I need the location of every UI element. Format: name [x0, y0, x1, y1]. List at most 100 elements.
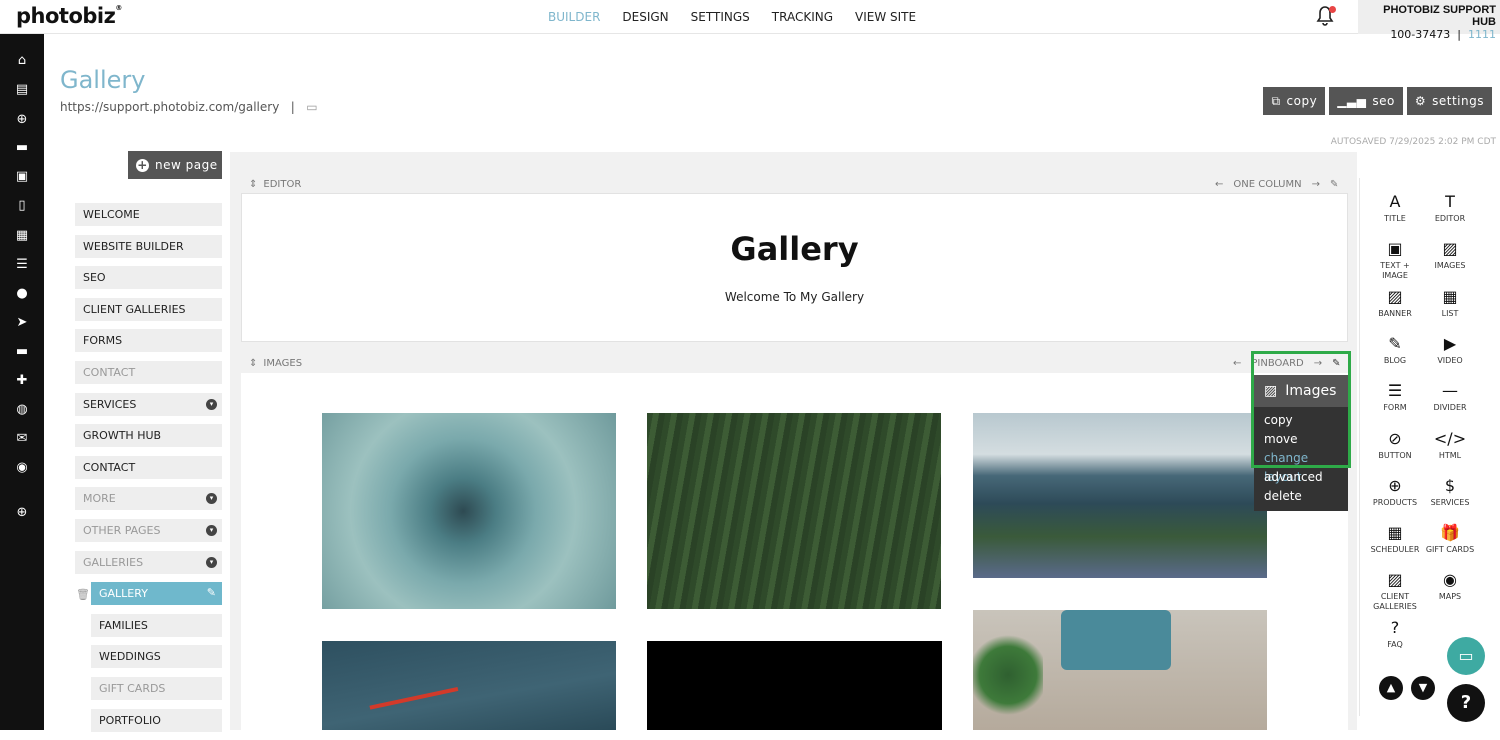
- gallery-image-succulent[interactable]: [322, 413, 616, 609]
- widget-button[interactable]: ⊘ BUTTON: [1368, 429, 1422, 461]
- globe-icon[interactable]: ◍: [14, 403, 30, 417]
- page-item[interactable]: GROWTH HUB: [75, 424, 222, 448]
- contacts-icon[interactable]: ●: [14, 287, 30, 301]
- menu-advanced[interactable]: advanced: [1254, 468, 1348, 487]
- nav-builder[interactable]: BUILDER: [548, 10, 600, 24]
- page-item[interactable]: OTHER PAGES ▾: [75, 518, 222, 542]
- page-item[interactable]: CONTACT: [75, 455, 222, 479]
- widget-services[interactable]: $ SERVICES: [1423, 476, 1477, 508]
- gallery-icon[interactable]: ▣: [14, 170, 30, 184]
- nav-design[interactable]: DESIGN: [622, 10, 668, 24]
- chevron-down-icon[interactable]: ▾: [206, 524, 217, 536]
- photobiz-logo[interactable]: photobiz®: [16, 4, 122, 28]
- widget-list[interactable]: ▦ LIST: [1423, 287, 1477, 319]
- gallery-image-coast[interactable]: [973, 413, 1267, 578]
- page-item[interactable]: FORMS: [75, 329, 222, 353]
- widget-form[interactable]: ☰ FORM: [1368, 381, 1422, 413]
- widget-blog[interactable]: ✎ BLOG: [1368, 334, 1422, 366]
- widget-editor[interactable]: T EDITOR: [1423, 192, 1477, 224]
- page-item[interactable]: CLIENT GALLERIES: [75, 297, 222, 321]
- mail-icon[interactable]: ✉: [14, 432, 30, 446]
- page-item[interactable]: MORE ▾: [75, 487, 222, 511]
- widget-maps[interactable]: ◉ MAPS: [1423, 570, 1477, 602]
- copy-button[interactable]: ⧉ copy: [1263, 87, 1326, 115]
- scroll-down-icon[interactable]: ▼: [1411, 676, 1435, 700]
- new-page-button[interactable]: + new page: [128, 151, 222, 179]
- chevron-down-icon[interactable]: ▾: [206, 493, 217, 505]
- widget-title[interactable]: A TITLE: [1368, 192, 1422, 224]
- page-item-label: PORTFOLIO: [99, 713, 161, 727]
- widget-label: VIDEO: [1437, 355, 1463, 365]
- widget-banner[interactable]: ▨ BANNER: [1368, 287, 1422, 319]
- images-section-label[interactable]: ⇕ IMAGES: [249, 358, 302, 369]
- trash-icon[interactable]: 🗑: [76, 588, 90, 601]
- widget-images[interactable]: ▨ IMAGES: [1423, 239, 1477, 271]
- seo-button[interactable]: ▁▃▅ seo: [1329, 87, 1403, 115]
- widget-scheduler[interactable]: ▦ SCHEDULER: [1368, 523, 1422, 555]
- settings-button[interactable]: ⚙ settings: [1406, 87, 1492, 115]
- page-item[interactable]: PORTFOLIO: [91, 708, 222, 732]
- chevron-down-icon[interactable]: ▾: [206, 398, 217, 410]
- cart-icon[interactable]: ⊕: [14, 113, 30, 127]
- gallery-image-forest[interactable]: [647, 413, 941, 609]
- send-icon[interactable]: ➤: [14, 316, 30, 330]
- page-item-label: GROWTH HUB: [83, 429, 162, 443]
- account-panel[interactable]: PHOTOBIZ SUPPORT HUB 100-37473 | 1111: [1358, 0, 1500, 41]
- gallery-image-dark[interactable]: [647, 641, 942, 730]
- page-item[interactable]: WELCOME: [75, 203, 222, 226]
- widget-faq[interactable]: ? FAQ: [1368, 618, 1422, 650]
- folder-icon[interactable]: ▬: [14, 345, 30, 359]
- page-item[interactable]: FAMILIES: [91, 613, 222, 637]
- page-item[interactable]: WEBSITE BUILDER: [75, 234, 222, 258]
- calendar-icon[interactable]: ▦: [14, 229, 30, 243]
- layout-next-icon[interactable]: →: [1312, 179, 1320, 190]
- nav-view-site[interactable]: VIEW SITE: [855, 10, 916, 24]
- page-item[interactable]: CONTACT: [75, 360, 222, 384]
- widget-products[interactable]: ⊕ PRODUCTS: [1368, 476, 1422, 508]
- layout-prev-icon[interactable]: ←: [1215, 179, 1223, 190]
- edit-section-icon[interactable]: ✎: [1330, 179, 1338, 190]
- page-url-text[interactable]: https://support.photobiz.com/gallery: [60, 100, 279, 114]
- page-item[interactable]: WEDDINGS: [91, 645, 222, 669]
- document-icon[interactable]: ▯: [14, 199, 30, 213]
- scroll-up-icon[interactable]: ▲: [1379, 676, 1403, 700]
- signal-icon: ▁▃▅: [1337, 94, 1367, 108]
- nav-tracking[interactable]: TRACKING: [772, 10, 833, 24]
- widget-divider[interactable]: — DIVIDER: [1423, 381, 1477, 413]
- images-label: IMAGES: [263, 358, 303, 369]
- widget-video[interactable]: ▶ VIDEO: [1423, 334, 1477, 366]
- widget-html[interactable]: </> HTML: [1423, 429, 1477, 461]
- page-item[interactable]: SERVICES ▾: [75, 392, 222, 416]
- drag-handle-icon[interactable]: ⇕: [249, 358, 257, 369]
- drag-handle-icon[interactable]: ⇕: [249, 179, 257, 190]
- page-item[interactable]: GIFT CARDS: [91, 676, 222, 700]
- widget-client-galleries[interactable]: ▨ CLIENT GALLERIES: [1368, 570, 1422, 612]
- editor-section[interactable]: Gallery Welcome To My Gallery: [241, 193, 1348, 342]
- list-icon[interactable]: ☰: [14, 258, 30, 272]
- widget-icon: 🎁: [1440, 523, 1460, 543]
- page-item[interactable]: GALLERIES ▾: [75, 550, 222, 574]
- user-icon[interactable]: ◉: [14, 461, 30, 475]
- page-item[interactable]: SEO: [75, 266, 222, 290]
- puzzle-icon[interactable]: ✚: [14, 374, 30, 388]
- home-icon[interactable]: ⌂: [14, 54, 30, 68]
- page-item[interactable]: GALLERY ✎: [91, 582, 222, 606]
- edit-page-icon[interactable]: ✎: [207, 586, 216, 599]
- editor-section-label[interactable]: ⇕ EDITOR: [249, 179, 301, 190]
- widget-gift-cards[interactable]: 🎁 GIFT CARDS: [1423, 523, 1477, 555]
- gallery-image-typewriter[interactable]: [973, 610, 1267, 730]
- chat-icon[interactable]: ▭: [1447, 637, 1485, 675]
- nav-settings[interactable]: SETTINGS: [691, 10, 750, 24]
- builder-icon[interactable]: ▤: [14, 83, 30, 97]
- menu-delete[interactable]: delete: [1254, 487, 1348, 506]
- widget-label: TITLE: [1384, 214, 1406, 223]
- gallery-image-bridge[interactable]: [322, 641, 616, 739]
- add-circle-icon[interactable]: ⊕: [14, 506, 30, 520]
- layout-prev-icon[interactable]: ←: [1233, 358, 1241, 369]
- widget-text-image[interactable]: ▣ TEXT + IMAGE: [1368, 239, 1422, 281]
- comment-icon[interactable]: ▬: [14, 141, 30, 155]
- notification-bell-icon[interactable]: [1316, 6, 1336, 28]
- help-icon[interactable]: ?: [1447, 684, 1485, 722]
- chevron-down-icon[interactable]: ▾: [206, 556, 217, 568]
- device-preview-icon[interactable]: ▭: [306, 100, 317, 114]
